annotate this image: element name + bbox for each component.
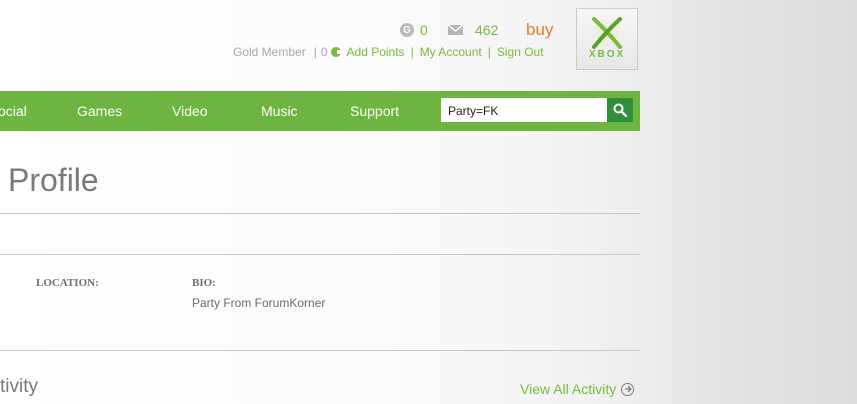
sign-out-link[interactable]: Sign Out bbox=[497, 45, 544, 59]
page-title: Profile bbox=[8, 162, 99, 198]
add-points-link[interactable]: Add Points bbox=[347, 45, 405, 59]
divider bbox=[0, 350, 640, 351]
search-input[interactable] bbox=[442, 99, 604, 123]
my-account-link[interactable]: My Account bbox=[420, 45, 482, 59]
separator: | bbox=[487, 45, 491, 59]
divider bbox=[0, 213, 640, 214]
search-icon bbox=[613, 103, 627, 117]
main-nav: ocial Games Video Music Support bbox=[0, 91, 640, 131]
separator: | bbox=[410, 45, 414, 59]
arrow-right-icon bbox=[621, 382, 635, 396]
location-label: LOCATION: bbox=[36, 277, 99, 289]
mail-icon bbox=[448, 25, 463, 35]
membership-label: Gold Member bbox=[233, 45, 306, 59]
nav-item-social[interactable]: ocial bbox=[0, 91, 27, 131]
search-button[interactable] bbox=[607, 98, 633, 122]
buy-link[interactable]: buy bbox=[526, 20, 553, 40]
nav-item-music[interactable]: Music bbox=[261, 91, 298, 131]
nav-item-games[interactable]: Games bbox=[77, 91, 122, 131]
account-row: Gold Member | 0 Add Points | My Account … bbox=[233, 45, 544, 59]
messages-count: 462 bbox=[475, 22, 499, 38]
xbox-sphere-icon bbox=[585, 15, 629, 51]
xbox-logo[interactable]: XBOX bbox=[576, 8, 638, 70]
nav-item-video[interactable]: Video bbox=[172, 91, 208, 131]
bio-label: BIO: bbox=[192, 277, 216, 289]
nav-item-support[interactable]: Support bbox=[350, 91, 399, 131]
points-value: 0 bbox=[320, 45, 328, 59]
activity-title: tivity bbox=[0, 376, 38, 397]
view-all-label: View All Activity bbox=[520, 381, 617, 397]
gamerscore-value: 0 bbox=[420, 22, 428, 38]
separator: | bbox=[313, 45, 317, 59]
points-icon bbox=[330, 47, 342, 57]
bio-value: Party From ForumKorner bbox=[192, 296, 326, 310]
search-box bbox=[441, 98, 607, 123]
logo-text: XBOX bbox=[588, 49, 626, 60]
gamerscore-icon: G bbox=[400, 23, 414, 37]
view-all-activity-link[interactable]: View All Activity bbox=[520, 381, 635, 397]
messages-stat[interactable]: 462 bbox=[448, 22, 498, 38]
gamerscore-stat: G 0 bbox=[400, 22, 428, 38]
divider bbox=[0, 254, 640, 255]
